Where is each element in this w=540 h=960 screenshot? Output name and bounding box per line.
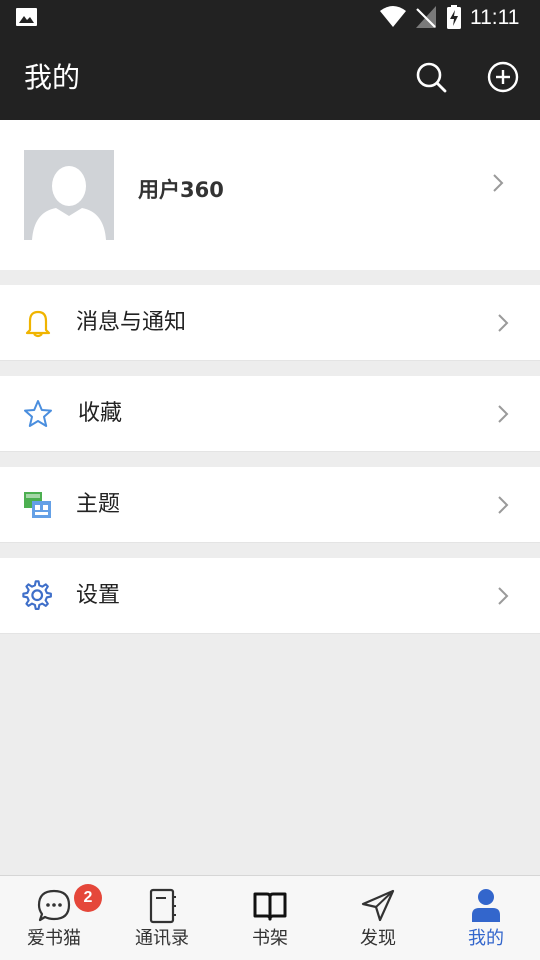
nav-label: 爱书猫 xyxy=(27,928,81,949)
menu-item-settings[interactable]: 设置 xyxy=(0,558,540,634)
menu-item-notifications[interactable]: 消息与通知 xyxy=(0,285,540,361)
unread-badge: 2 xyxy=(74,884,102,912)
clock: 11:11 xyxy=(470,6,520,29)
profile-card[interactable]: 用户360 xyxy=(0,120,540,270)
bottom-nav: 2 爱书猫 通讯录 书架 发现 我的 xyxy=(0,875,540,960)
chevron-right-icon xyxy=(498,496,509,514)
chevron-right-icon xyxy=(493,174,504,192)
menu-item-theme[interactable]: 主题 xyxy=(0,467,540,543)
app-bar: 我的 xyxy=(0,36,540,120)
status-bar: 11:11 xyxy=(0,0,540,36)
menu-item-favorites[interactable]: 收藏 xyxy=(0,376,540,452)
search-icon[interactable] xyxy=(414,60,448,94)
chevron-right-icon xyxy=(498,587,509,605)
battery-charging-icon xyxy=(447,5,461,29)
chat-bubble-icon xyxy=(37,889,71,922)
nav-item-chat[interactable]: 2 爱书猫 xyxy=(0,876,108,960)
person-icon xyxy=(472,889,500,922)
page-title: 我的 xyxy=(24,61,81,94)
nav-item-contacts[interactable]: 通讯录 xyxy=(108,876,216,960)
menu-item-label: 收藏 xyxy=(78,401,123,426)
nav-item-bookshelf[interactable]: 书架 xyxy=(216,876,324,960)
nav-label: 我的 xyxy=(468,928,504,949)
bell-icon xyxy=(25,310,51,338)
menu-item-label: 主题 xyxy=(76,492,121,517)
nav-item-me[interactable]: 我的 xyxy=(432,876,540,960)
avatar[interactable] xyxy=(24,150,114,240)
no-signal-icon xyxy=(416,6,436,28)
default-avatar-icon xyxy=(24,150,114,240)
book-icon xyxy=(253,892,287,921)
wifi-icon xyxy=(380,6,406,27)
chevron-right-icon xyxy=(498,405,509,423)
gear-icon xyxy=(22,580,52,610)
notebook-icon xyxy=(149,888,176,924)
nav-item-discover[interactable]: 发现 xyxy=(324,876,432,960)
gallery-icon xyxy=(16,8,37,26)
navigation-icon xyxy=(361,889,395,922)
nav-label: 通讯录 xyxy=(135,928,189,949)
nav-label: 发现 xyxy=(360,928,396,949)
menu-item-label: 消息与通知 xyxy=(76,310,187,335)
nav-label: 书架 xyxy=(252,928,288,949)
theme-icon xyxy=(24,492,51,518)
add-circle-icon[interactable] xyxy=(486,60,520,94)
username: 用户360 xyxy=(138,178,224,202)
star-icon xyxy=(24,400,52,427)
menu-item-label: 设置 xyxy=(76,583,121,608)
chevron-right-icon xyxy=(498,314,509,332)
